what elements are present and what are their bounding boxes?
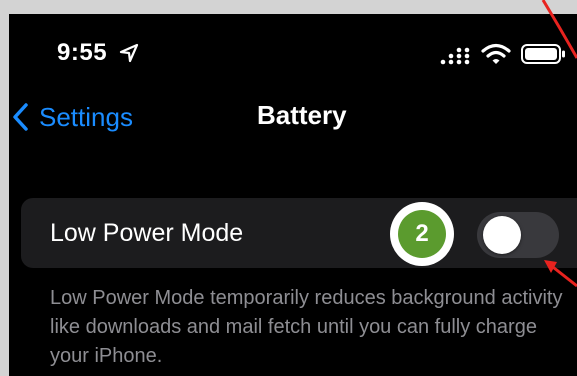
back-button[interactable]: Settings: [11, 100, 133, 134]
toggle-knob: [483, 216, 521, 254]
low-power-mode-toggle[interactable]: [477, 212, 559, 258]
battery-icon: [521, 44, 565, 64]
page-title: Battery: [257, 100, 347, 130]
step-badge: 2: [390, 202, 454, 266]
screenshot-frame: 9:55 Settings Battery Low Power Mode 2 L…: [0, 0, 577, 376]
low-power-mode-description: Low Power Mode temporarily reduces backg…: [50, 287, 563, 367]
phone-screen: 9:55 Settings Battery Low Power Mode 2 L…: [9, 14, 577, 376]
wifi-icon: [481, 43, 511, 64]
back-label: Settings: [39, 101, 133, 132]
chevron-left-icon: [13, 103, 28, 131]
step-number: 2: [398, 210, 446, 258]
low-power-mode-label: Low Power Mode: [50, 219, 244, 247]
location-arrow-icon: [119, 43, 139, 63]
signal-bars-icon: [440, 47, 470, 65]
status-time: 9:55: [57, 39, 108, 66]
